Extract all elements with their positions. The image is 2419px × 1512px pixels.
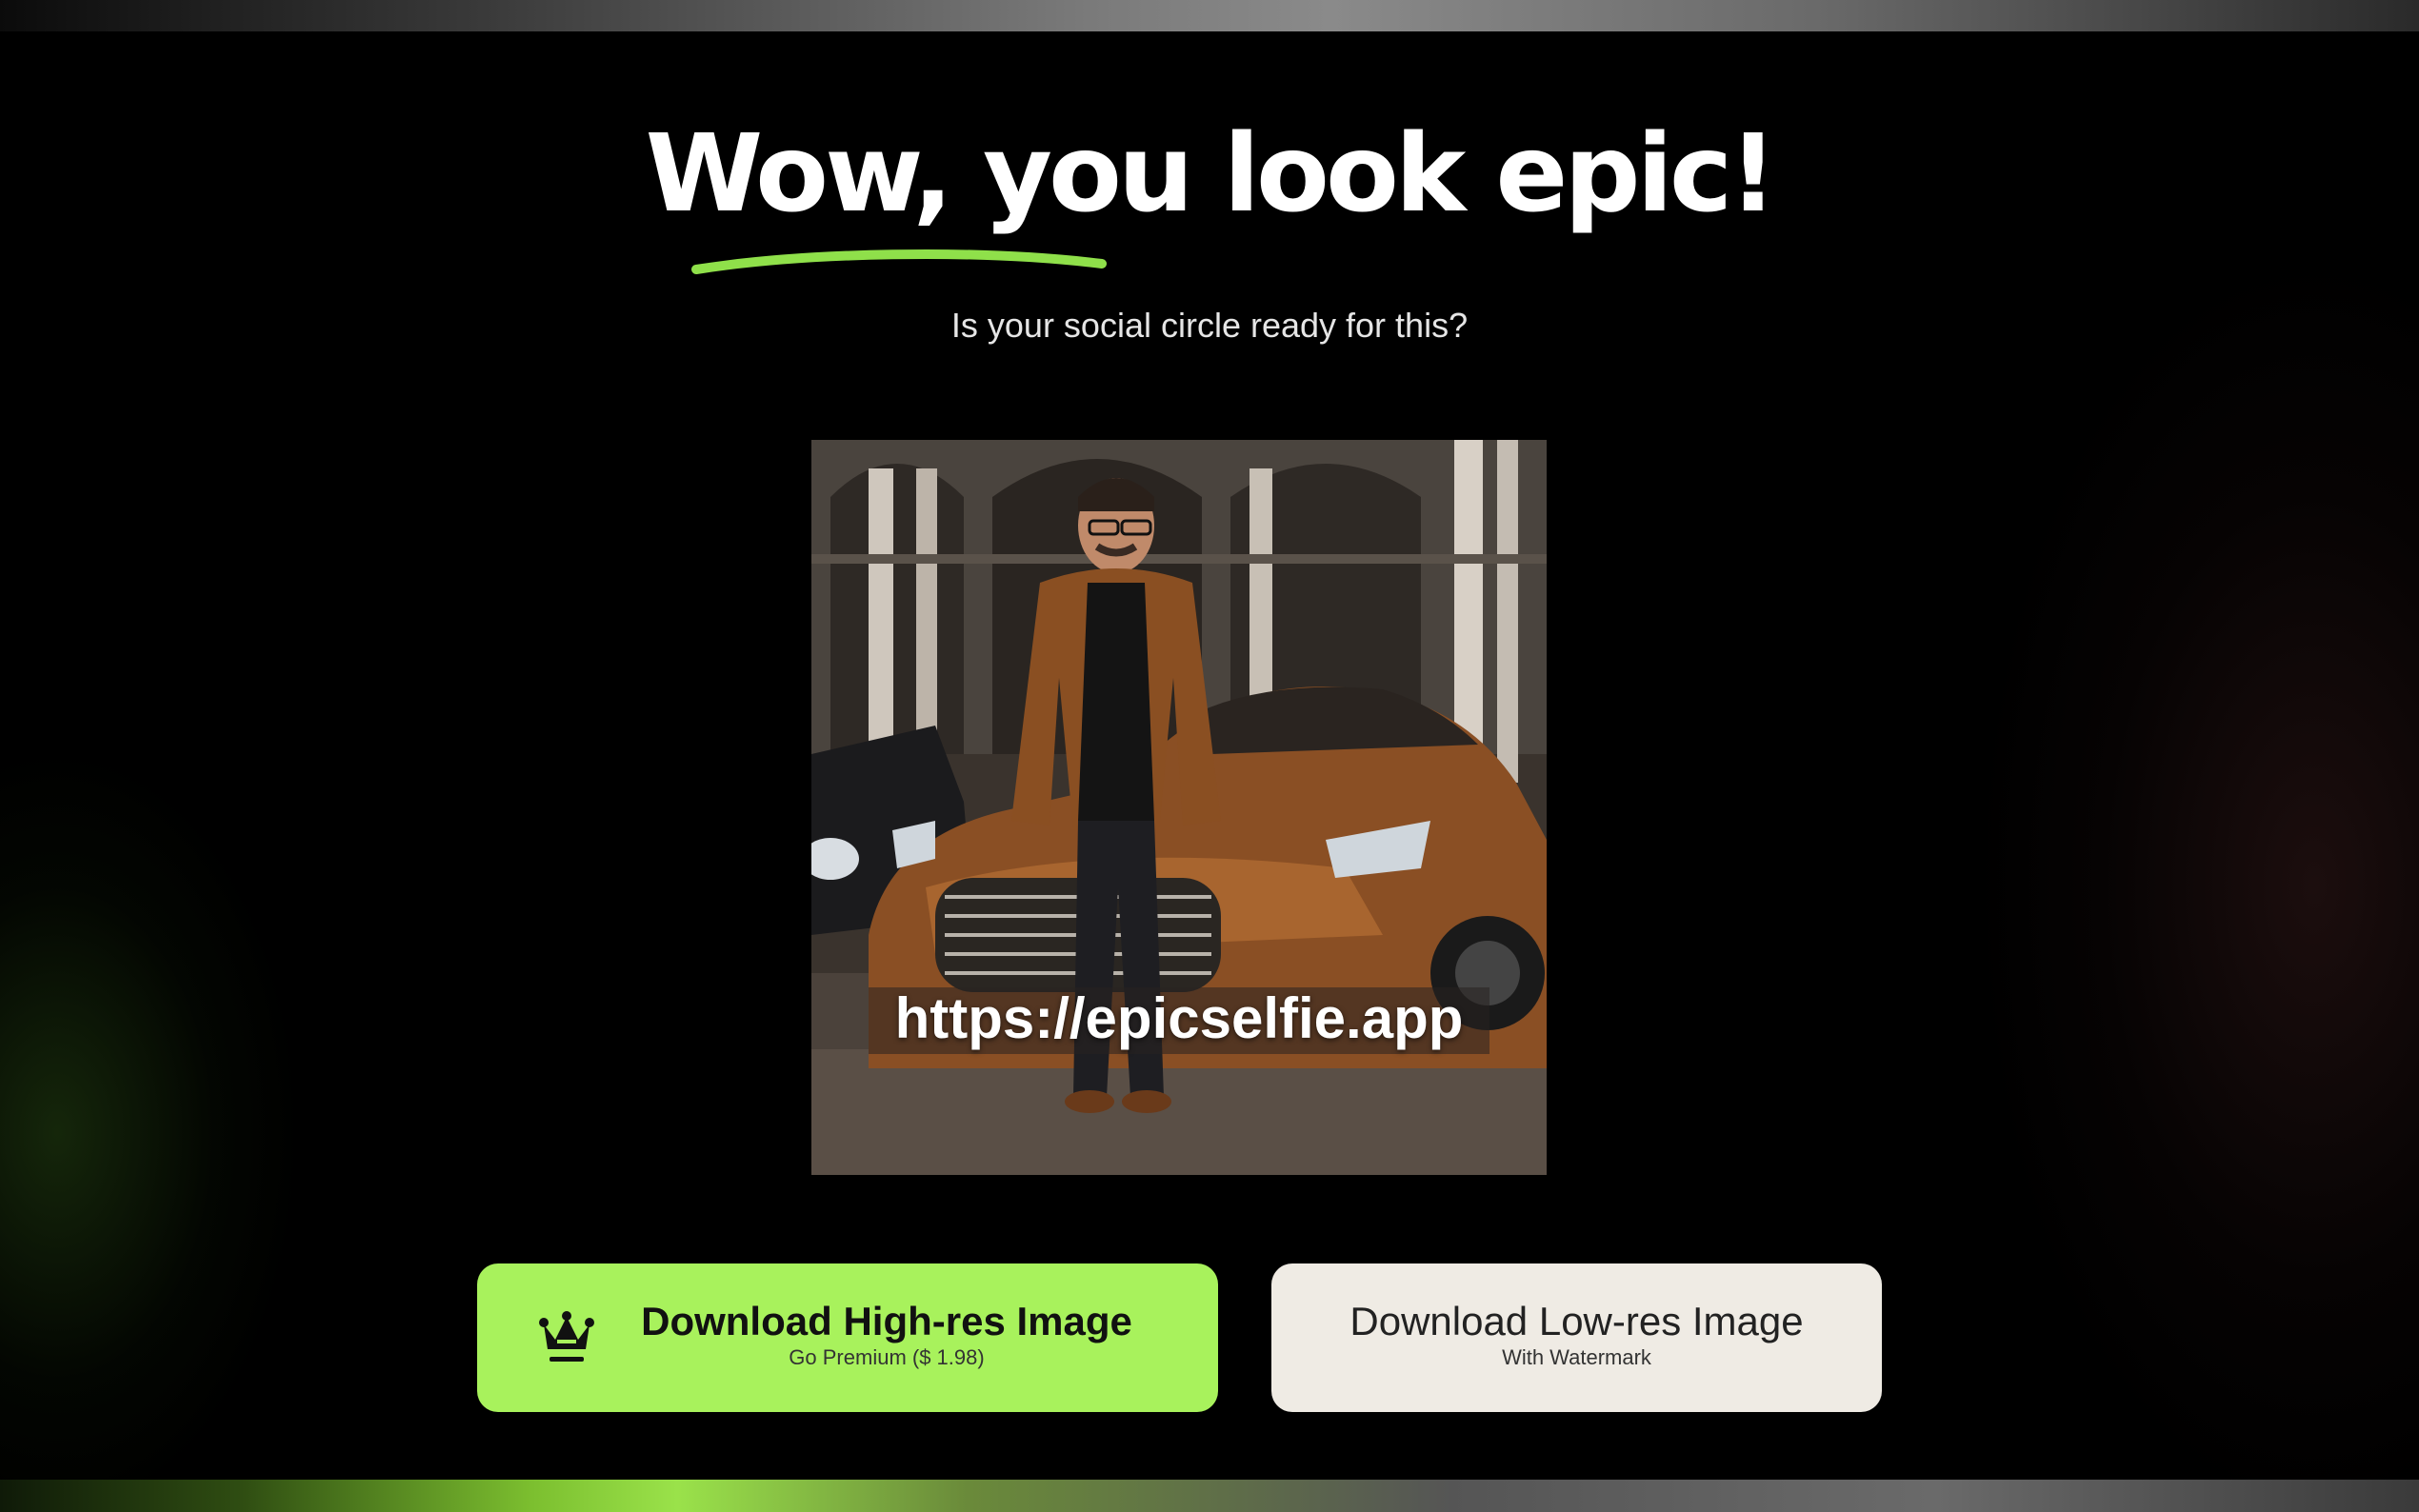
- headline-underline: [691, 249, 1107, 274]
- high-res-button-text: Download High-res Image Go Premium ($ 1.…: [620, 1298, 1153, 1370]
- page: Wow, you look epic! Is your social circl…: [0, 0, 2419, 1512]
- download-high-res-button[interactable]: Download High-res Image Go Premium ($ 1.…: [477, 1263, 1218, 1412]
- download-low-res-button[interactable]: Download Low-res Image With Watermark: [1271, 1263, 1882, 1412]
- background-glow-left: [0, 743, 305, 1512]
- generated-selfie-image: https://epicselfie.app: [811, 440, 1547, 1175]
- page-subtitle: Is your social circle ready for this?: [950, 306, 1469, 345]
- high-res-button-label: Download High-res Image: [641, 1299, 1132, 1343]
- low-res-button-sublabel: With Watermark: [1502, 1345, 1651, 1369]
- background-glow-right: [1981, 267, 2419, 1504]
- low-res-button-text: Download Low-res Image With Watermark: [1271, 1298, 1882, 1370]
- page-title: Wow, you look epic!: [645, 112, 1778, 236]
- crown-icon: [539, 1311, 594, 1362]
- top-edge-strip: [0, 0, 2419, 31]
- selfie-illustration: [811, 440, 1547, 1175]
- bottom-edge-strip: [0, 1480, 2419, 1512]
- low-res-button-label: Download Low-res Image: [1349, 1299, 1804, 1343]
- high-res-button-sublabel: Go Premium ($ 1.98): [789, 1345, 985, 1369]
- watermark-text: https://epicselfie.app: [894, 986, 1464, 1050]
